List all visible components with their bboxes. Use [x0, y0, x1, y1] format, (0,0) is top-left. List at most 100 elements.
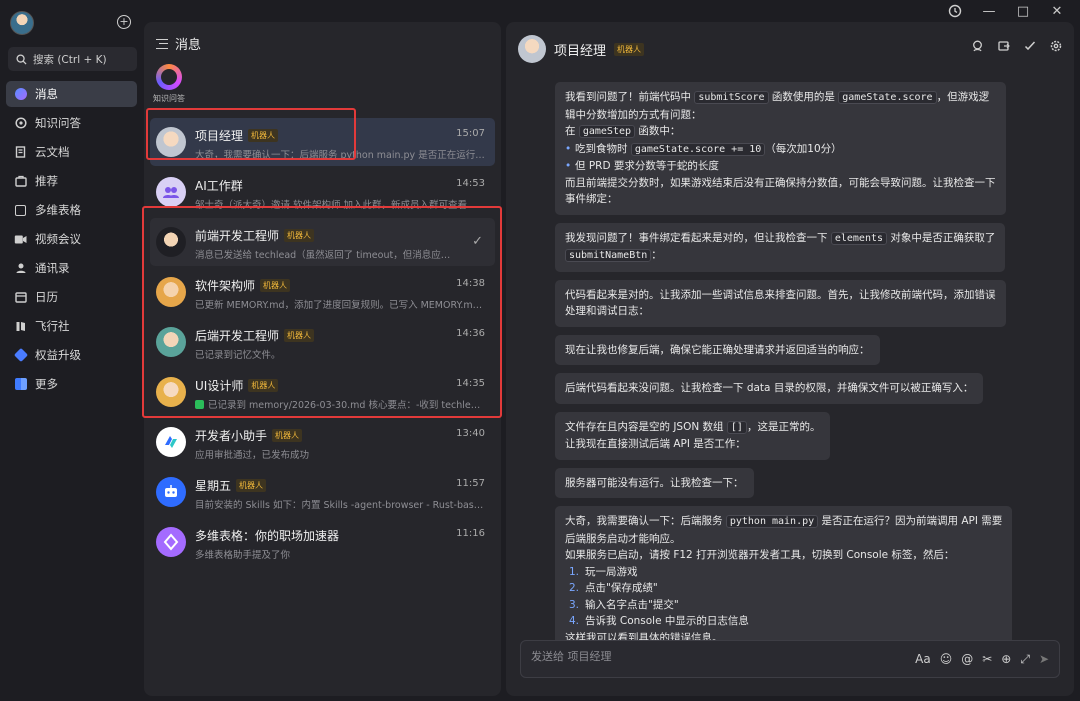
- inline-code: python main.py: [725, 515, 819, 528]
- send-icon[interactable]: ➤: [1039, 652, 1049, 667]
- message-line: 代码看起来是对的。让我添加一些调试信息来排查问题。首先，让我修改前端代码，添加错…: [565, 288, 996, 301]
- message-line: 辑中分数增加的方式有问题：: [565, 108, 702, 121]
- expand-icon[interactable]: ⤢: [1020, 652, 1030, 667]
- nav-item-label: 推荐: [35, 174, 58, 188]
- conversation-name: 软件架构师: [195, 279, 256, 293]
- conversation-item[interactable]: 前端开发工程师 机器人 ✓ 消息已发送给 techlead（虽然返回了 timeo…: [150, 218, 495, 266]
- text: 我看到问题了！前端代码中: [565, 91, 695, 103]
- nav-item-upgrade[interactable]: 权益升级: [6, 342, 137, 368]
- nav-item-recommend[interactable]: 推荐: [6, 168, 137, 194]
- panel-header: 消息: [156, 34, 201, 53]
- nav-item-label: 知识问答: [35, 116, 81, 130]
- inline-code: submitNameBtn: [565, 249, 652, 262]
- close-button[interactable]: ✕: [1042, 0, 1072, 22]
- avatar: [156, 377, 186, 407]
- inline-code: elements: [830, 231, 888, 245]
- panel-title: 消息: [175, 38, 202, 53]
- avatar: [156, 127, 186, 157]
- list-icon[interactable]: [156, 38, 168, 49]
- conversation-name-row: 星期五 机器人: [195, 477, 267, 494]
- search-chat-icon[interactable]: [971, 40, 984, 55]
- message-line: 后端服务启动才能响应。: [565, 532, 681, 545]
- group-avatar: [156, 177, 186, 207]
- text: 在: [565, 125, 579, 137]
- message-line: 服务器可能没有运行。让我检查一下：: [565, 476, 744, 489]
- avatar: [156, 327, 186, 357]
- message-bubble: 服务器可能没有运行。让我检查一下：: [555, 467, 754, 498]
- video-icon: [14, 233, 27, 246]
- message-bubble: 文件存在且内容是空的 JSON 数组 [] ，这是正常的。 让我现在直接测试后端 …: [555, 411, 831, 460]
- recommend-icon: [14, 175, 27, 188]
- maximize-button[interactable]: □: [1008, 0, 1038, 22]
- message-line: 我看到问题了！前端代码中 submitScore 函数使用的是 gameStat…: [565, 89, 996, 107]
- text: 大奇，我需要确认一下：后端服务: [565, 515, 726, 527]
- bot-badge: 机器人: [614, 42, 645, 56]
- message-line: 我发现问题了！事件绑定看起来是对的，但让我检查一下 elements 对象中是否…: [565, 230, 995, 248]
- history-icon[interactable]: [940, 0, 970, 22]
- message-input[interactable]: [531, 650, 831, 663]
- conversation-item[interactable]: AI工作群 14:53 邹士奇（派大奇）邀请 软件架构师 加入此群，新成员入群可…: [150, 168, 495, 216]
- search-icon: [16, 53, 27, 65]
- nav-item-tables[interactable]: 多维表格: [6, 197, 137, 223]
- nav-item-contacts[interactable]: 通讯录: [6, 255, 137, 281]
- bot-badge: 机器人: [260, 279, 291, 292]
- user-avatar[interactable]: [10, 11, 34, 35]
- avatar: [156, 277, 186, 307]
- conversation-name-row: UI设计师 机器人: [195, 377, 279, 394]
- task-check-icon[interactable]: [1023, 40, 1036, 55]
- settings-gear-icon[interactable]: [1049, 40, 1062, 55]
- text: 文件存在且内容是空的 JSON 数组: [565, 420, 727, 433]
- conversation-item[interactable]: 多维表格：你的职场加速器 11:16 多维表格助手提及了你: [150, 518, 495, 566]
- conversation-preview: 多维表格助手提及了你: [195, 550, 291, 561]
- conversation-item[interactable]: 后端开发工程师 机器人 14:36 已记录到记忆文件。: [150, 318, 495, 366]
- conversation-name-row: 前端开发工程师 机器人: [195, 227, 315, 244]
- message-bubble: 代码看起来是对的。让我添加一些调试信息来排查问题。首先，让我修改前端代码，添加错…: [555, 279, 1006, 327]
- conversation-time: 11:57: [456, 478, 485, 489]
- text-format-icon[interactable]: Aa: [915, 652, 931, 667]
- inline-code: []: [726, 420, 747, 434]
- chat-panel: 项目经理 机器人 我看到问题了！前端代码中 submitScore 函数使用的是…: [506, 22, 1074, 696]
- text: ，这是正常的。: [746, 420, 821, 433]
- avatar: [156, 227, 186, 257]
- bot-avatar: [156, 477, 186, 507]
- conversation-name: 前端开发工程师: [195, 229, 280, 243]
- nav-item-community[interactable]: 飞行社: [6, 313, 137, 339]
- green-check-icon: [195, 400, 204, 409]
- message-line: 大奇，我需要确认一下：后端服务 python main.py 是否正在运行？因为…: [565, 513, 1002, 531]
- nav-item-docs[interactable]: 云文档: [6, 139, 137, 165]
- conversation-item[interactable]: 开发者小助手 机器人 13:40 应用审批通过，已发布成功: [150, 418, 495, 466]
- create-button[interactable]: +: [117, 15, 131, 29]
- minimize-button[interactable]: —: [974, 0, 1004, 22]
- conversation-preview: 已更新 MEMORY.md，添加了进度回复规则。已写入 MEMORY.md。..…: [195, 300, 485, 311]
- knowledge-qa-shortcut[interactable]: 知识问答: [152, 64, 186, 104]
- screenshot-scissors-icon[interactable]: ✂: [982, 652, 992, 667]
- nav-item-qa[interactable]: 知识问答: [6, 110, 137, 136]
- text: 是否正在运行？因为前端调用 API 需要: [818, 515, 1003, 527]
- nav-item-label: 权益升级: [35, 348, 81, 362]
- knowledge-label: 知识问答: [153, 94, 185, 103]
- table-avatar: [156, 527, 186, 557]
- add-circle-icon[interactable]: ⊕: [1001, 652, 1011, 667]
- bullet-item: 但 PRD 要求分数等于蛇的长度: [565, 158, 996, 175]
- message-bubble: 我看到问题了！前端代码中 submitScore 函数使用的是 gameStat…: [555, 82, 1006, 215]
- done-check-icon[interactable]: ✓: [472, 234, 483, 249]
- conversation-time: 15:07: [456, 128, 485, 139]
- search-box[interactable]: 搜索 (Ctrl + K): [8, 47, 137, 71]
- mention-icon[interactable]: @: [961, 652, 973, 667]
- conversation-item[interactable]: 软件架构师 机器人 14:38 已更新 MEMORY.md，添加了进度回复规则。已…: [150, 268, 495, 316]
- text: 函数中：: [635, 125, 681, 137]
- conversation-item[interactable]: 项目经理 机器人 15:07 大奇，我需要确认一下：后端服务 python mai…: [150, 118, 495, 166]
- nav-item-messages[interactable]: 消息: [6, 81, 137, 107]
- emoji-icon[interactable]: ☺: [940, 652, 953, 667]
- forward-icon[interactable]: [997, 40, 1010, 55]
- conversation-item[interactable]: 星期五 机器人 11:57 目前安装的 Skills 如下：内置 Skills -…: [150, 468, 495, 516]
- chat-avatar[interactable]: [518, 35, 546, 63]
- nav-item-video[interactable]: 视频会议: [6, 226, 137, 252]
- message-icon: [14, 88, 27, 101]
- bot-badge: 机器人: [236, 479, 267, 492]
- nav-item-calendar[interactable]: 日历: [6, 284, 137, 310]
- nav-item-more[interactable]: 更多: [6, 371, 137, 397]
- conversation-item[interactable]: UI设计师 机器人 14:35 已记录到 memory/2026-03-30.md…: [150, 368, 495, 416]
- chat-title[interactable]: 项目经理: [554, 40, 606, 59]
- nav-item-label: 多维表格: [35, 203, 81, 217]
